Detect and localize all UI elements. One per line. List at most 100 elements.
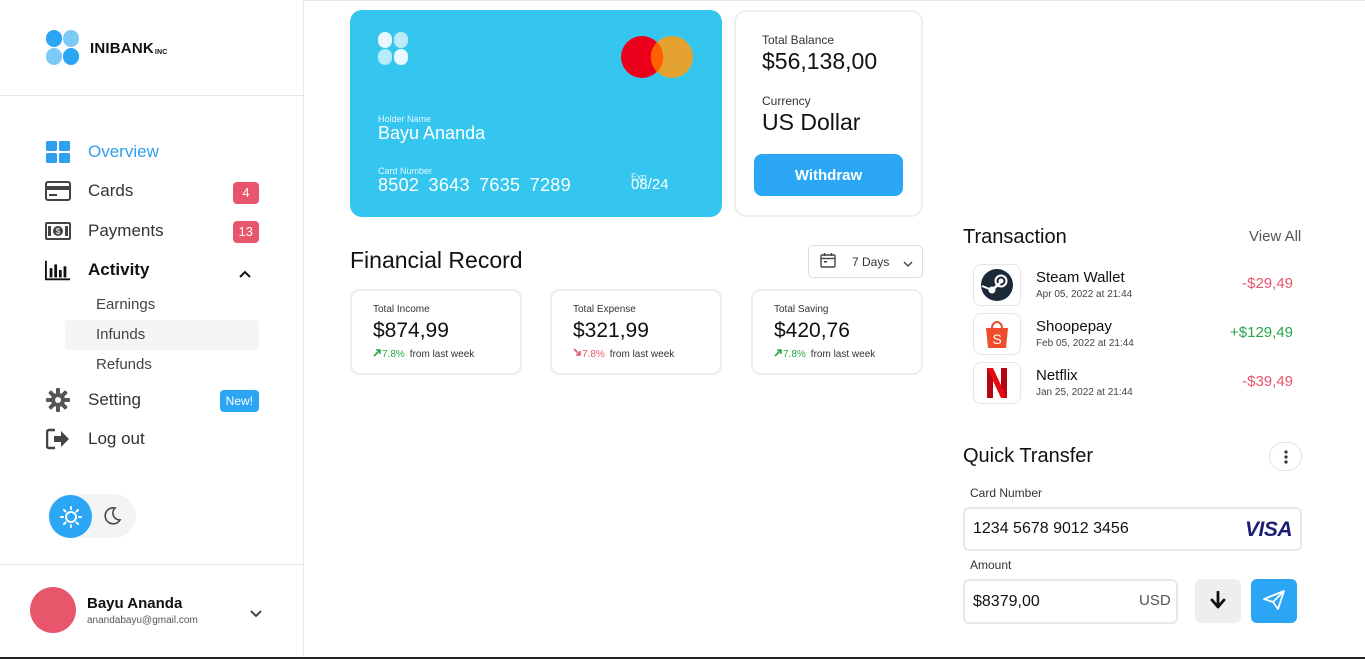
sidebar-item-cards[interactable]: Cards 4 [45, 172, 259, 212]
sidebar-item-payments[interactable]: $ Payments 13 [45, 211, 259, 251]
sun-icon[interactable] [49, 495, 92, 538]
chevron-down-icon[interactable] [250, 605, 262, 623]
range-select[interactable]: 7 Days [808, 245, 923, 278]
sidebar-divider [0, 95, 304, 96]
sidebar-item-label: Overview [88, 141, 159, 161]
quick-transfer-title: Quick Transfer [963, 445, 1094, 467]
arrow-down-right-icon [573, 348, 582, 360]
transaction-date: Apr 05, 2022 at 21:44 [1036, 289, 1133, 300]
sidebar-item-logout[interactable]: Log out [45, 420, 259, 460]
transaction-date: Feb 05, 2022 at 21:44 [1036, 338, 1134, 349]
more-options-icon[interactable] [1269, 442, 1302, 471]
brand-name: INIBANKINC [90, 39, 168, 57]
card-number: 8502 3643 7635 7289 [378, 175, 571, 195]
svg-text:$: $ [56, 227, 61, 236]
stat-change-note: from last week [409, 348, 475, 360]
transaction-amount: +$129,49 [1230, 324, 1293, 341]
transaction-amount: -$29,49 [1242, 275, 1293, 292]
sidebar-item-label: Log out [88, 429, 145, 449]
transaction-name: Netflix [1036, 367, 1078, 384]
netflix-icon [973, 361, 1021, 404]
sidebar-nav: Overview Cards 4 $ Payments 13 Activity [45, 132, 259, 459]
balance-panel: Total Balance $56,138,00 Currency US Dol… [734, 10, 923, 217]
cards-count-badge: 4 [233, 181, 259, 204]
shopee-icon: S [973, 312, 1021, 355]
transaction-date: Jan 25, 2022 at 21:44 [1036, 387, 1133, 398]
user-profile[interactable]: Bayu Ananda anandabayu@gmail.com [30, 587, 262, 633]
stat-label: Total Expense [573, 304, 636, 315]
chevron-up-icon[interactable] [239, 263, 251, 283]
sidebar-divider [0, 564, 304, 565]
holder-name: Bayu Ananda [378, 123, 486, 143]
sidebar-item-activity[interactable]: Activity [45, 251, 259, 291]
brand-logo[interactable]: INIBANKINC [46, 30, 168, 66]
stat-value: $420,76 [774, 319, 850, 342]
sidebar-item-label: Setting [88, 389, 141, 409]
sidebar-item-label: Payments [88, 220, 164, 240]
send-button[interactable] [1251, 579, 1297, 623]
stat-change: 7.8% from last week [573, 348, 674, 360]
stat-change-note: from last week [810, 348, 876, 360]
currency-value: US Dollar [762, 109, 861, 135]
stat-change: 7.8% from last week [774, 348, 875, 360]
stat-change-pct: 7.8% [382, 348, 405, 360]
receive-button[interactable] [1195, 579, 1241, 623]
theme-toggle[interactable] [48, 494, 136, 538]
credit-card-icon [45, 180, 71, 202]
currency-label: USD [1139, 592, 1171, 609]
chevron-down-icon [903, 257, 913, 271]
transaction-row[interactable]: Netflix Jan 25, 2022 at 21:44 -$39,49 [973, 361, 1293, 404]
sidebar-item-setting[interactable]: Setting New! [45, 380, 259, 420]
stat-total-income: Total Income $874,99 7.8% from last week [350, 289, 522, 375]
transaction-name: Shoopepay [1036, 318, 1112, 335]
transaction-row[interactable]: Steam Wallet Apr 05, 2022 at 21:44 -$29,… [973, 263, 1293, 306]
credit-card[interactable]: Holder Name Bayu Ananda Card Number 8502… [350, 10, 722, 217]
stat-value: $321,99 [573, 319, 649, 342]
bar-chart-icon [45, 259, 71, 281]
transaction-name: Steam Wallet [1036, 269, 1125, 286]
calendar-icon [820, 252, 836, 271]
financial-record-title: Financial Record [350, 247, 523, 273]
mastercard-icon [620, 35, 694, 84]
logout-icon [45, 428, 71, 450]
stat-change-note: from last week [609, 348, 675, 360]
moon-icon[interactable] [102, 506, 122, 531]
transaction-row[interactable]: S Shoopepay Feb 05, 2022 at 21:44 +$129,… [973, 312, 1293, 355]
sidebar-subitem-earnings[interactable]: Earnings [65, 290, 259, 320]
amount-field-label: Amount [970, 558, 1012, 572]
arrow-up-right-icon [373, 348, 382, 360]
card-number-field-label: Card Number [970, 486, 1043, 500]
expiry-date: 08/24 [631, 176, 669, 193]
avatar [30, 587, 76, 633]
profile-email: anandabayu@gmail.com [87, 614, 198, 626]
sidebar-item-overview[interactable]: Overview [45, 132, 259, 172]
stat-label: Total Saving [774, 304, 829, 315]
banknote-icon: $ [45, 220, 71, 242]
view-all-link[interactable]: View All [1249, 228, 1301, 245]
gear-icon [45, 387, 71, 412]
total-balance-label: Total Balance [762, 33, 835, 47]
grid-icon [45, 140, 71, 163]
sidebar-item-label: Activity [88, 260, 150, 280]
currency-label: Currency [762, 94, 811, 108]
sidebar-subitem-refunds[interactable]: Refunds [65, 350, 259, 380]
total-balance-value: $56,138,00 [762, 48, 878, 74]
sidebar-item-label: Cards [88, 181, 134, 201]
stat-change-pct: 7.8% [582, 348, 605, 360]
sidebar: INIBANKINC Overview Cards 4 $ Payments 1… [0, 0, 304, 659]
arrow-down-icon [1210, 590, 1226, 612]
steam-icon [973, 263, 1021, 306]
profile-name: Bayu Ananda [87, 594, 183, 612]
stat-total-saving: Total Saving $420,76 7.8% from last week [751, 289, 923, 375]
withdraw-button[interactable]: Withdraw [754, 154, 903, 196]
new-badge: New! [219, 390, 259, 412]
transaction-amount: -$39,49 [1242, 373, 1293, 390]
visa-icon: VISA [1245, 518, 1293, 541]
svg-text:S: S [992, 331, 1001, 347]
clover-logo-icon [46, 30, 79, 65]
stat-label: Total Income [373, 304, 430, 315]
stat-value: $874,99 [373, 319, 449, 342]
stat-total-expense: Total Expense $321,99 7.8% from last wee… [550, 289, 722, 375]
payments-count-badge: 13 [232, 221, 259, 243]
sidebar-subitem-infunds[interactable]: Infunds [65, 320, 259, 350]
